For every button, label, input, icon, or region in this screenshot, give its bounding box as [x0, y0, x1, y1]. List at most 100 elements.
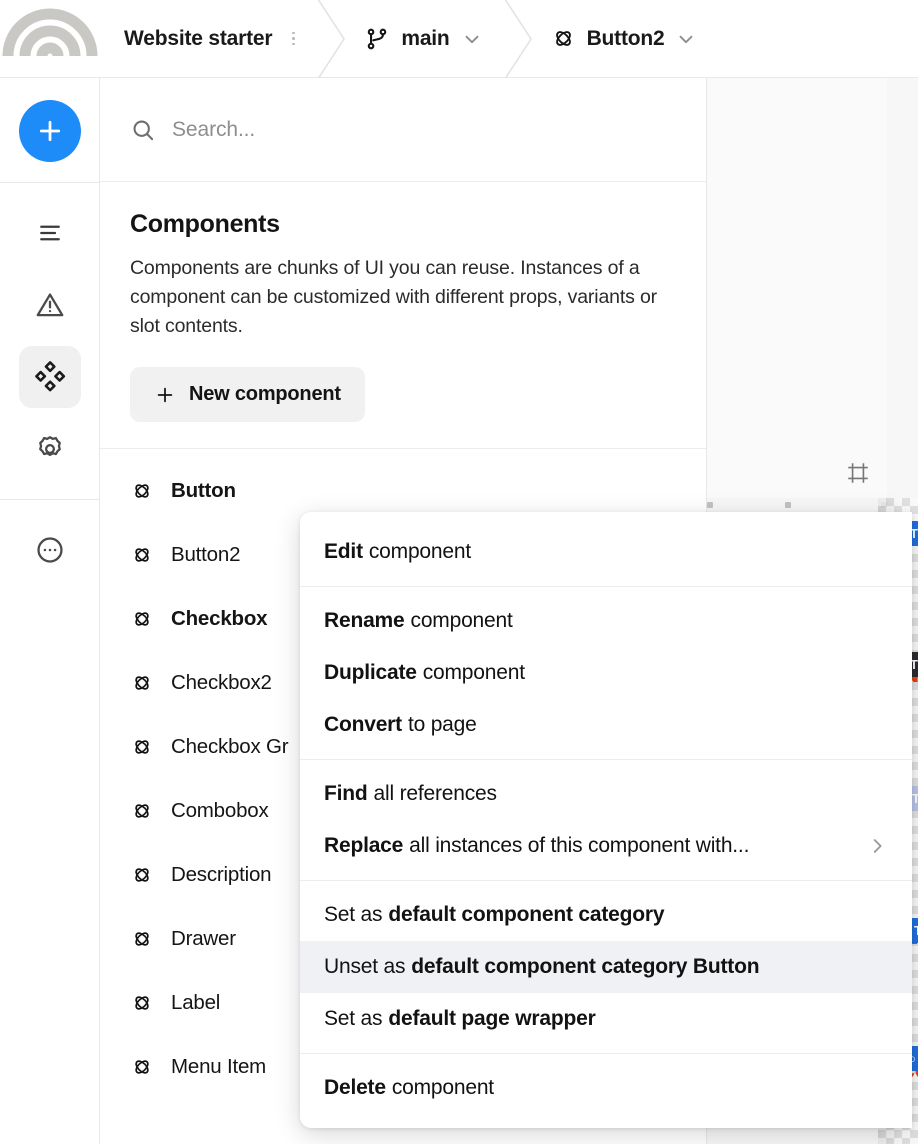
kebab-menu-icon[interactable] — [284, 26, 302, 52]
search-input[interactable] — [172, 117, 652, 142]
outline-tree-icon — [39, 225, 60, 241]
menu-item-rest: component — [391, 1076, 494, 1099]
breadcrumb-project[interactable]: Website starter — [100, 26, 302, 52]
app-logo[interactable] — [0, 0, 100, 78]
menu-item-set-default-component-category[interactable]: Set as default component category — [300, 889, 912, 941]
menu-item-bold: Delete — [324, 1076, 386, 1099]
component-name: Description — [171, 863, 272, 886]
search-icon — [133, 120, 154, 140]
menu-item-bold: Edit — [324, 540, 363, 563]
app-root: Website starter main Button2 T T T T Sea… — [0, 0, 918, 1144]
menu-item-delete-component[interactable]: Delete component — [300, 1062, 912, 1114]
components-intro: Components Components are chunks of UI y… — [100, 182, 706, 449]
menu-item-prefix: Set as — [324, 903, 383, 926]
menu-item-replace-all-instances[interactable]: Replace all instances of this component … — [300, 820, 912, 872]
menu-item-bold: default page wrapper — [388, 1007, 596, 1030]
menu-item-prefix: Set as — [324, 1007, 383, 1030]
branch-label: main — [401, 26, 450, 50]
selection-handles[interactable] — [707, 502, 887, 508]
menu-item-unset-default-component-category[interactable]: Unset as default component category Butt… — [300, 941, 912, 993]
menu-item-bold: Duplicate — [324, 661, 417, 684]
sidebar-item-outline[interactable] — [19, 202, 81, 264]
rail-group-main — [18, 183, 81, 499]
left-rail — [0, 78, 100, 1144]
search-row — [100, 78, 706, 182]
component-atom-icon — [135, 612, 149, 626]
gear-icon — [38, 436, 61, 456]
component-atom-icon — [555, 31, 571, 46]
context-menu-group: Rename component Duplicate component Con… — [300, 587, 912, 759]
component-atom-icon — [135, 740, 149, 754]
breadcrumb-separator — [302, 0, 358, 78]
menu-item-prefix: Unset as — [324, 955, 406, 978]
components-heading: Components — [130, 210, 280, 238]
chevron-right-icon — [873, 839, 882, 853]
component-name: Menu Item — [171, 1055, 267, 1078]
menu-item-bold: Replace — [324, 834, 404, 857]
component-name: Checkbox2 — [171, 671, 272, 694]
plus-icon — [39, 120, 60, 142]
component-name: Button2 — [171, 543, 241, 566]
new-component-label: New component — [189, 383, 341, 405]
menu-item-rename-component[interactable]: Rename component — [300, 595, 912, 647]
component-atom-icon — [135, 484, 149, 498]
git-branch-icon — [368, 28, 387, 49]
chevron-down-icon[interactable] — [675, 28, 697, 50]
menu-item-find-all-references[interactable]: Find all references — [300, 768, 912, 820]
sidebar-item-more[interactable] — [19, 519, 81, 581]
context-menu-group: Set as default component category Unset … — [300, 881, 912, 1053]
rail-group-more — [19, 500, 81, 600]
context-menu-group: Edit component — [300, 518, 912, 586]
components-diamonds-icon — [34, 361, 65, 392]
menu-item-rest: component — [368, 540, 471, 563]
component-name: Checkbox Gr — [171, 735, 289, 758]
sidebar-item-settings[interactable] — [19, 418, 81, 480]
add-button[interactable] — [18, 100, 81, 162]
menu-item-rest: all references — [373, 782, 497, 805]
warning-triangle-icon — [36, 293, 63, 317]
menu-item-convert-to-page[interactable]: Convert to page — [300, 699, 912, 751]
menu-item-rest: all instances of this component with... — [409, 834, 750, 857]
top-bar: Website starter main Button2 — [0, 0, 918, 78]
new-component-button[interactable]: New component — [130, 367, 365, 422]
context-menu-group: Delete component — [300, 1054, 912, 1122]
rainbow-arcs-logo-icon — [2, 8, 98, 57]
component-atom-icon — [135, 996, 149, 1010]
component-name: Combobox — [171, 799, 269, 822]
component-atom-icon — [135, 676, 149, 690]
component-name: Drawer — [171, 927, 236, 950]
menu-item-bold: default component category — [388, 903, 665, 926]
components-description: Components are chunks of UI you can reus… — [130, 257, 658, 337]
sidebar-item-issues[interactable] — [19, 274, 81, 336]
plus-icon — [157, 387, 173, 402]
menu-item-rest: to page — [407, 713, 477, 736]
menu-item-bold: Rename — [324, 609, 405, 632]
menu-item-bold: default component category Button — [411, 955, 760, 978]
page-title: Website starter — [124, 26, 273, 50]
menu-item-bold: Convert — [324, 713, 402, 736]
breadcrumb-component[interactable]: Button2 — [545, 26, 704, 51]
breadcrumb-branch[interactable]: main — [358, 26, 488, 52]
artboard-frame-icon — [848, 463, 868, 483]
menu-item-bold: Find — [324, 782, 368, 805]
component-label: Button2 — [586, 26, 665, 50]
component-name: Button — [171, 479, 236, 502]
menu-item-edit-component[interactable]: Edit component — [300, 526, 912, 578]
component-atom-icon — [135, 932, 149, 946]
chevron-down-icon[interactable] — [461, 28, 483, 50]
artboard[interactable] — [707, 78, 887, 498]
sidebar-item-components[interactable] — [18, 346, 81, 408]
menu-item-rest: component — [422, 661, 525, 684]
component-atom-icon — [135, 868, 149, 882]
menu-item-set-default-page-wrapper[interactable]: Set as default page wrapper — [300, 993, 912, 1045]
menu-item-rest: component — [410, 609, 513, 632]
context-menu-group: Find all references Replace all instance… — [300, 760, 912, 880]
ellipsis-circle-icon — [36, 537, 63, 563]
component-context-menu: Edit component Rename component Duplicat… — [300, 512, 912, 1128]
component-atom-icon — [135, 804, 149, 818]
menu-item-duplicate-component[interactable]: Duplicate component — [300, 647, 912, 699]
component-atom-icon — [135, 1060, 149, 1074]
component-atom-icon — [135, 548, 149, 562]
component-name: Label — [171, 991, 221, 1014]
breadcrumb-separator-2 — [489, 0, 545, 78]
